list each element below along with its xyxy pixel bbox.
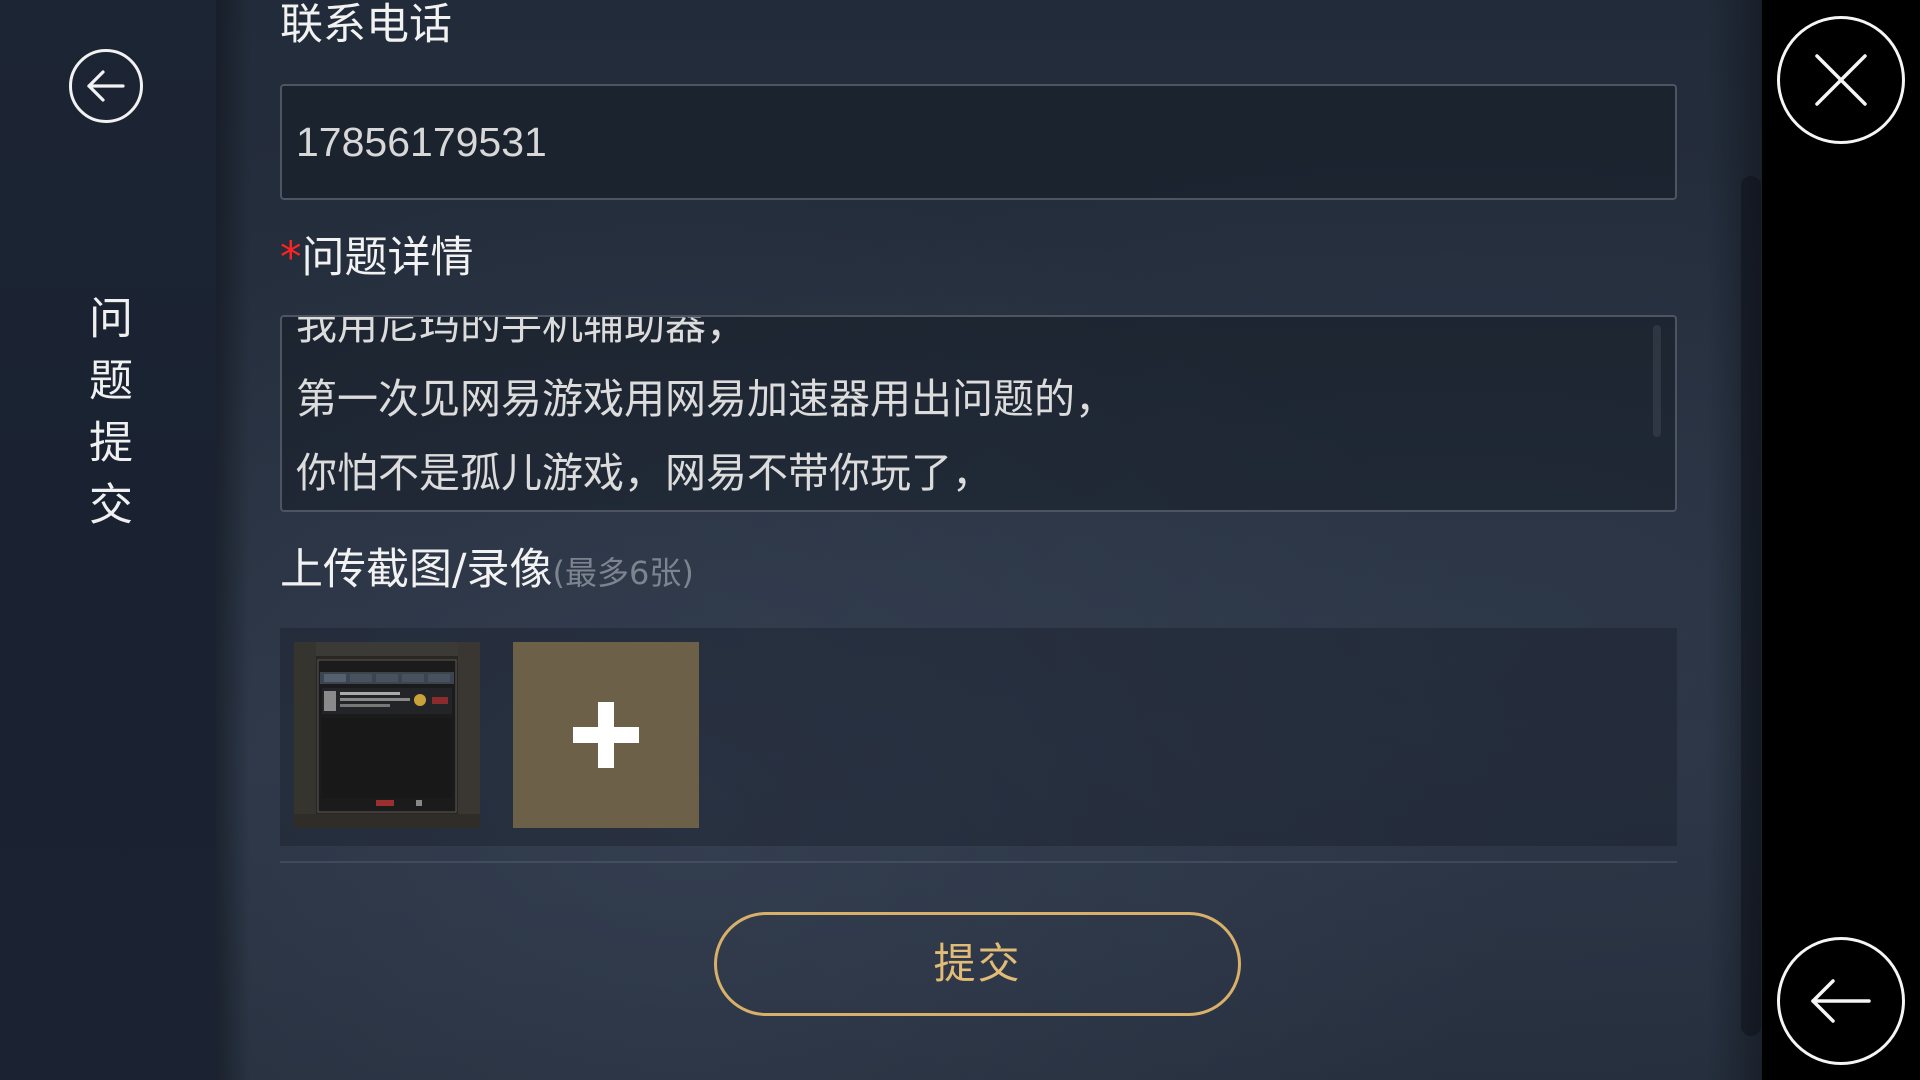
- phone-label: 联系电话: [280, 0, 452, 50]
- detail-label: *问题详情: [280, 230, 474, 286]
- detail-scrollbar[interactable]: [1653, 325, 1661, 437]
- main-scrollbar[interactable]: [1741, 176, 1761, 1036]
- upload-label: 上传截图/录像(最多6张): [280, 542, 694, 601]
- detail-line: 第一次见网易游戏用网易加速器用出问题的，: [296, 375, 1116, 423]
- detail-textarea[interactable]: 我用尼玛的手机辅助器， 第一次见网易游戏用网易加速器用出问题的， 你怕不是孤儿游…: [280, 315, 1677, 512]
- right-rail: [1762, 0, 1920, 1080]
- upload-label-text: 上传截图/录像: [280, 545, 553, 595]
- detail-line: 我用尼玛的手机辅助器，: [296, 315, 747, 349]
- phone-input[interactable]: 17856179531: [280, 84, 1677, 200]
- upload-area: [280, 628, 1677, 846]
- close-button[interactable]: [1777, 16, 1905, 144]
- screenshot-thumbnail[interactable]: [294, 642, 480, 828]
- required-mark: *: [280, 233, 302, 283]
- arrow-left-circle-icon: [87, 70, 125, 102]
- arrow-left-icon: [1811, 979, 1871, 1023]
- divider: [280, 861, 1677, 863]
- panel-shadow-left: [216, 0, 250, 1080]
- page-title: 问题提交: [81, 295, 132, 543]
- sidebar-back-button[interactable]: [69, 49, 143, 123]
- detail-line: 你怕不是孤儿游戏，网易不带你玩了，: [296, 449, 993, 497]
- close-icon: [1815, 54, 1867, 106]
- screenshot-preview: [294, 642, 480, 828]
- plus-icon: [573, 702, 639, 768]
- detail-label-text: 问题详情: [301, 233, 474, 283]
- sidebar: 问题提交: [0, 0, 216, 1080]
- detail-text: 我用尼玛的手机辅助器， 第一次见网易游戏用网易加速器用出问题的， 你怕不是孤儿游…: [296, 315, 1116, 510]
- submit-button[interactable]: 提交: [714, 912, 1241, 1016]
- add-media-button[interactable]: [513, 642, 699, 828]
- feedback-screen: 问题提交 联系电话 17856179531 *问题详情 我用尼玛的手机辅助器， …: [0, 0, 1920, 1080]
- back-button[interactable]: [1777, 937, 1905, 1065]
- upload-hint: (最多6张): [552, 554, 694, 592]
